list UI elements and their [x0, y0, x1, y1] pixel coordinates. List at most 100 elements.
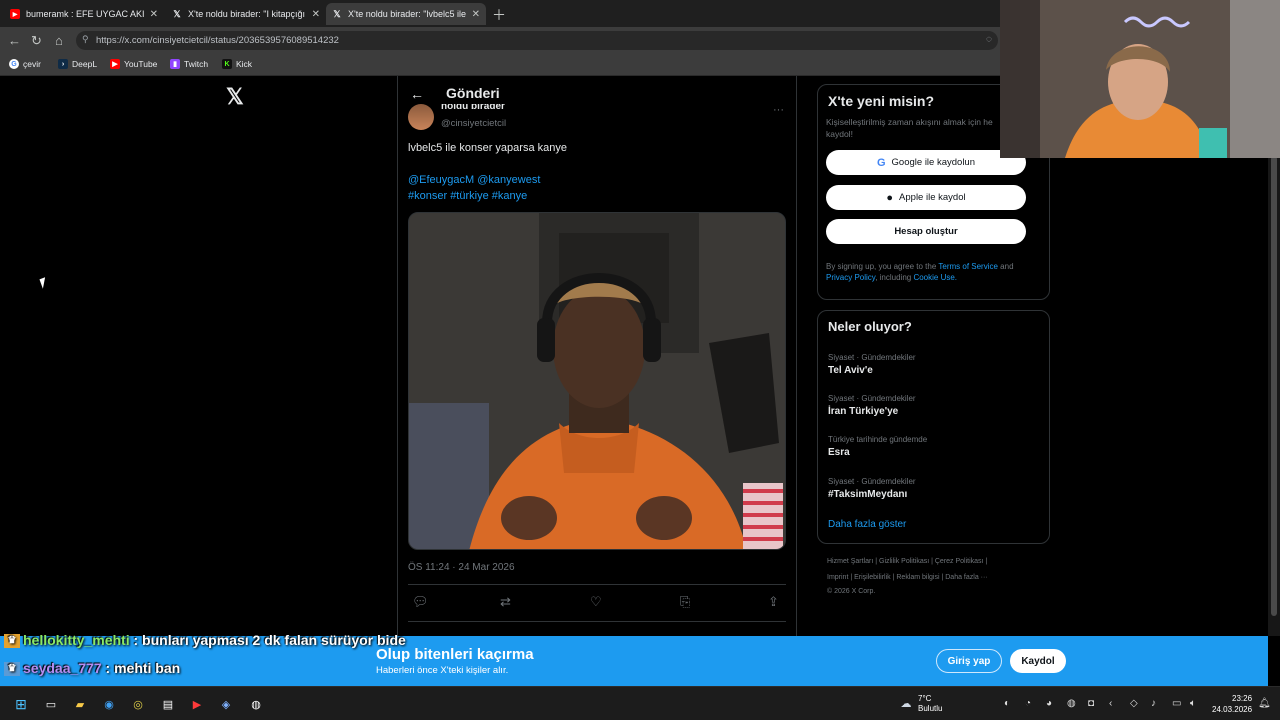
author-handle[interactable]: @cinsiyetcietcil — [441, 118, 506, 129]
share-icon[interactable]: ⇪ — [768, 594, 779, 610]
volume-icon[interactable]: 🔈︎ — [1190, 698, 1196, 709]
repost-icon[interactable]: ⇄ — [500, 594, 511, 610]
trends-title: Neler oluyor? — [828, 319, 912, 334]
windows-start-icon[interactable]: ⊞ — [13, 696, 29, 712]
more-options-icon[interactable]: ··· — [773, 104, 784, 116]
bookmark-icon[interactable]: ⎘ — [680, 594, 690, 610]
youtube-icon: ▶ — [10, 9, 20, 19]
login-button[interactable]: Giriş yap — [936, 649, 1002, 673]
trend-item[interactable]: Tel Aviv'e — [828, 365, 873, 376]
trend-meta: Siyaset · Gündemdekiler — [828, 477, 916, 486]
post-video[interactable] — [408, 212, 786, 550]
youtube-app-icon[interactable]: ▶ — [189, 696, 205, 712]
footer-links[interactable]: Imprint | Erişilebilirlik | Reklam bilgi… — [827, 574, 988, 581]
show-more-link[interactable]: Daha fazla göster — [828, 519, 906, 530]
tray-app-icon[interactable]: ◍ — [1067, 698, 1076, 709]
bookmark-kick[interactable]: K Kick — [222, 59, 252, 69]
microphone-icon[interactable]: ♪ — [1151, 698, 1156, 709]
file-explorer-icon[interactable]: ▰ — [72, 696, 88, 712]
apple-signup-button[interactable]: ● Apple ile kaydol — [826, 185, 1026, 210]
trend-item[interactable]: Esra — [828, 447, 850, 458]
reply-icon[interactable]: 💬︎ — [412, 594, 429, 610]
clock[interactable]: 23:26 24.03.2026 — [1212, 693, 1252, 715]
footer-links[interactable]: Hizmet Şartları | Gizlilik Politikası | … — [827, 558, 987, 565]
cloud-icon: ☁ — [900, 697, 912, 710]
x-page: 𝕏 ← Gönderi noldu birader @cinsiyetcietc… — [0, 76, 1268, 636]
tab-x-1[interactable]: 𝕏 X'te noldu birader: "I kitapçığı ... ✕ — [166, 3, 326, 25]
chat-text: : bunları yapması 2 dk falan sürüyor bid… — [129, 632, 406, 648]
privacy-link[interactable]: Privacy Policy — [826, 273, 875, 282]
crown-badge-icon: ♛ — [4, 634, 20, 649]
nav-bar: ← ↻ ⌂ ⚲ https://x.com/cinsiyetcietcil/st… — [0, 27, 1000, 54]
chat-message: ♛ hellokitty_mehti : bunları yapması 2 dk… — [4, 632, 406, 649]
chat-message: ♛ seydaa_777 : mehti ban — [4, 660, 181, 677]
kick-icon: K — [222, 59, 232, 69]
signup-subtitle: Kişiselleştirilmiş zaman akışını almak i… — [826, 117, 993, 139]
deepl-icon: › — [58, 59, 68, 69]
tray-app-icon[interactable]: ◇ — [1130, 698, 1138, 709]
google-signup-button[interactable]: G Google ile kaydolun — [826, 150, 1026, 175]
tab-x-active[interactable]: 𝕏 X'te noldu birader: "lvbelc5 ile kon ✕ — [326, 3, 486, 25]
bookmark-youtube[interactable]: ▶ YouTube — [110, 59, 157, 69]
tray-app-icon[interactable]: ◕ — [1046, 698, 1052, 709]
divider — [408, 621, 786, 622]
trend-meta: Siyaset · Gündemdekiler — [828, 394, 916, 403]
edge-icon[interactable]: ◉ — [101, 696, 117, 712]
weather-widget[interactable]: 7°C Bulutlu — [918, 694, 942, 714]
tray-app-icon[interactable]: ◐ — [1004, 698, 1010, 709]
cookie-link[interactable]: Cookie Use. — [913, 273, 957, 282]
chat-text: : mehti ban — [101, 660, 181, 676]
like-icon[interactable]: ♡ — [590, 594, 602, 610]
trend-meta: Siyaset · Gündemdekiler — [828, 353, 916, 362]
close-tab-icon[interactable]: ✕ — [150, 9, 158, 20]
taskbar: ⊞ ▭ ▰ ◉ ◎ ▤ ▶ ◈ ◍ ☁ 7°C Bulutlu ◐ ◔ ◕ ◍ … — [0, 686, 1280, 720]
site-info-icon[interactable]: ⚲ — [82, 34, 89, 45]
apple-icon: ● — [886, 191, 894, 204]
banner-subtitle: Haberleri önce X'teki kişiler alır. — [376, 665, 509, 676]
bookmark-twitch[interactable]: ▮ Twitch — [170, 59, 208, 69]
avatar[interactable] — [408, 104, 434, 130]
bookmark-deepl[interactable]: › DeepL — [58, 59, 97, 69]
chrome-icon[interactable]: ◍ — [248, 696, 264, 712]
tray-app-icon[interactable]: ◘ — [1088, 698, 1094, 709]
mouse-cursor-icon — [39, 277, 49, 289]
app-icon[interactable]: ◈ — [218, 696, 234, 712]
new-tab-icon[interactable]: ＋ — [492, 5, 506, 25]
close-tab-icon[interactable]: ✕ — [472, 9, 480, 20]
notification-bell-icon[interactable]: 🔔︎ — [1258, 698, 1271, 709]
trend-item[interactable]: #TaksimMeydanı — [828, 489, 907, 500]
chevron-up-icon[interactable]: ‹ — [1109, 698, 1112, 709]
post-hashtags[interactable]: #konser #türkiye #kanye — [408, 190, 527, 202]
back-arrow-icon[interactable]: ← — [410, 86, 424, 102]
x-logo-icon[interactable]: 𝕏 — [226, 84, 244, 110]
trend-item[interactable]: İran Türkiye'ye — [828, 406, 898, 417]
reload-icon[interactable]: ↻ — [31, 33, 42, 49]
author-name[interactable]: noldu birader — [441, 104, 505, 112]
x-logo-icon: 𝕏 — [333, 8, 341, 19]
signup-button[interactable]: Kaydol — [1010, 649, 1066, 673]
youtube-icon: ▶ — [110, 59, 120, 69]
page-scrollbar[interactable] — [1268, 76, 1280, 636]
network-icon[interactable]: ▭ — [1172, 698, 1181, 709]
back-arrow-icon[interactable]: ← — [8, 33, 21, 48]
task-view-icon[interactable]: ▭ — [43, 696, 59, 712]
post-column: ← Gönderi noldu birader @cinsiyetcietcil… — [397, 76, 797, 636]
close-tab-icon[interactable]: ✕ — [312, 9, 320, 20]
bookmarks-bar: G çevir › DeepL ▶ YouTube ▮ Twitch K Kic… — [0, 54, 1000, 76]
chat-username: hellokitty_mehti — [23, 632, 130, 648]
home-icon[interactable]: ⌂ — [55, 33, 63, 48]
scrollbar-thumb[interactable] — [1271, 156, 1277, 616]
terms-link[interactable]: Terms of Service — [938, 262, 998, 271]
app-icon[interactable]: ◎ — [130, 696, 146, 712]
tray-app-icon[interactable]: ◔ — [1025, 698, 1031, 709]
address-bar[interactable]: ⚲ https://x.com/cinsiyetcietcil/status/2… — [76, 31, 998, 50]
post-mentions[interactable]: @EfeuygacM @kanyewest — [408, 174, 540, 186]
terminal-icon[interactable]: ▤ — [160, 696, 176, 712]
signup-title: X'te yeni misin? — [828, 93, 935, 109]
tracking-icon[interactable]: ◌ — [986, 34, 992, 45]
post-timestamp[interactable]: ÖS 11:24 · 24 Mar 2026 — [408, 562, 515, 573]
video-frame-image — [409, 213, 785, 549]
tab-youtube[interactable]: ▶ bumeramk : EFE UYGAC AKIMI TE ✕ — [4, 3, 164, 25]
create-account-button[interactable]: Hesap oluştur — [826, 219, 1026, 244]
bookmark-cevir[interactable]: G çevir — [9, 59, 41, 69]
